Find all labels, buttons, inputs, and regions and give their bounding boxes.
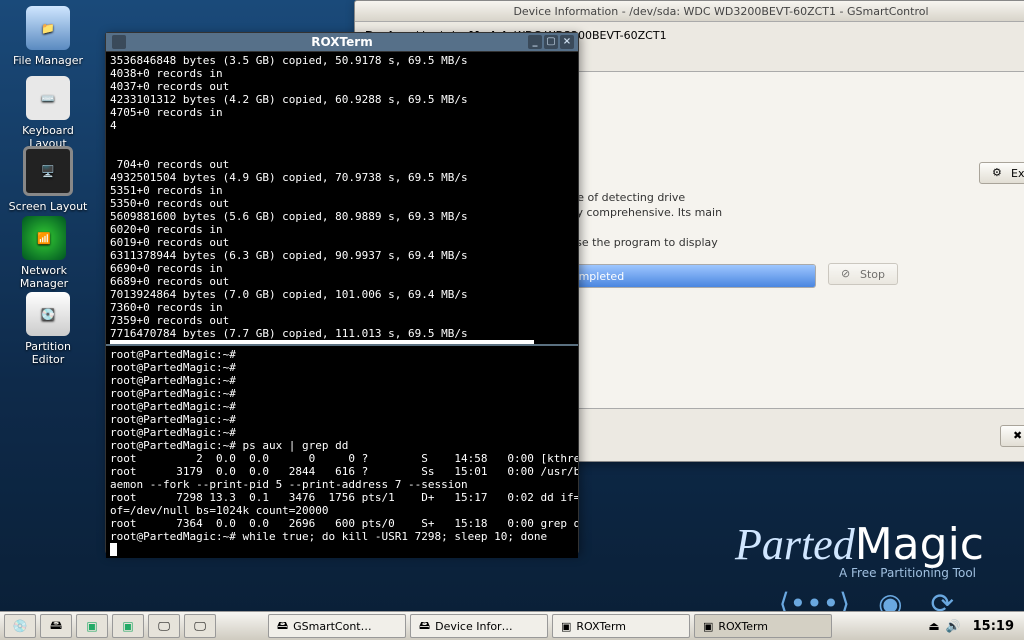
desktop: 📁File Manager ⌨️Keyboard Layout 🖥️Screen… (0, 0, 1024, 640)
desktop-icon-label: File Manager (13, 54, 83, 67)
task-device-info[interactable]: 🖴Device Infor… (410, 614, 548, 638)
quicklaunch-monitor2[interactable]: 🖵 (184, 614, 216, 638)
close-button[interactable]: × (560, 35, 574, 49)
monitor-icon: 🖵 (158, 619, 170, 634)
maximize-button[interactable]: ▢ (544, 35, 558, 49)
desktop-icon-label: Screen Layout (9, 200, 88, 213)
roxterm-pane-top[interactable]: 3536846848 bytes (3.5 GB) copied, 50.917… (106, 52, 578, 344)
close-icon: ✖ (1013, 429, 1024, 443)
roxterm-window[interactable]: ROXTerm _ ▢ × 3536846848 bytes (3.5 GB) … (105, 32, 579, 554)
quicklaunch-drive[interactable]: 🖴 (40, 614, 72, 638)
disk-icon: 🖴 (419, 617, 430, 636)
quicklaunch-term1[interactable]: ▣ (76, 614, 108, 638)
desktop-icon-label: Network Manager (20, 264, 68, 290)
gsmart-title: Device Information - /dev/sda: WDC WD320… (513, 5, 928, 18)
task-gsmartcontrol[interactable]: 🖴GSmartCont… (268, 614, 406, 638)
terminal-icon: ▣ (122, 619, 133, 633)
roxterm-titlebar[interactable]: ROXTerm _ ▢ × (106, 33, 578, 52)
desktop-icon-partition-editor[interactable]: 💽Partition Editor (8, 292, 88, 366)
desktop-icon-file-manager[interactable]: 📁File Manager (8, 6, 88, 67)
terminal-icon: ▣ (561, 620, 571, 633)
execute-button[interactable]: ⚙Execute (979, 162, 1024, 184)
eject-icon[interactable]: ⏏ (928, 619, 939, 633)
taskbar: 💿 🖴 ▣ ▣ 🖵 🖵 🖴GSmartCont… 🖴Device Infor… … (0, 611, 1024, 640)
desktop-icon-network-manager[interactable]: 📶Network Manager (4, 216, 84, 290)
minimize-button[interactable]: _ (528, 35, 542, 49)
stop-button[interactable]: ⊘Stop (828, 263, 898, 285)
task-roxterm-2[interactable]: ▣ROXTerm (694, 614, 832, 638)
terminal-icon: ▣ (86, 619, 97, 633)
brand-tagline: A Free Partitioning Tool (839, 566, 976, 580)
desktop-icon-keyboard-layout[interactable]: ⌨️Keyboard Layout (8, 76, 88, 150)
stop-icon: ⊘ (841, 267, 855, 281)
brand-logo: PartedMagic (735, 519, 984, 570)
desktop-icon-label: Partition Editor (25, 340, 71, 366)
quicklaunch-monitor[interactable]: 🖵 (148, 614, 180, 638)
terminal-icon: ▣ (703, 620, 713, 633)
system-tray: ⏏ 🔊 15:19 (928, 619, 1020, 634)
roxterm-title: ROXTerm (311, 35, 372, 49)
clock[interactable]: 15:19 (967, 619, 1020, 634)
close-window-button[interactable]: ✖Close (1000, 425, 1024, 447)
roxterm-menu-icon[interactable] (112, 35, 126, 49)
desktop-icon-screen-layout[interactable]: 🖥️Screen Layout (8, 146, 88, 213)
task-roxterm-1[interactable]: ▣ROXTerm (552, 614, 690, 638)
volume-icon[interactable]: 🔊 (946, 619, 961, 633)
drive-icon: 🖴 (50, 616, 62, 637)
monitor-icon: 🖵 (194, 619, 206, 634)
gsmart-titlebar[interactable]: Device Information - /dev/sda: WDC WD320… (355, 1, 1024, 22)
disk-icon: 🖴 (277, 617, 288, 636)
quicklaunch-term2[interactable]: ▣ (112, 614, 144, 638)
roxterm-pane-bottom[interactable]: root@PartedMagic:~# root@PartedMagic:~# … (106, 344, 578, 558)
gears-icon: ⚙ (992, 166, 1006, 180)
start-menu-button[interactable]: 💿 (4, 614, 36, 638)
